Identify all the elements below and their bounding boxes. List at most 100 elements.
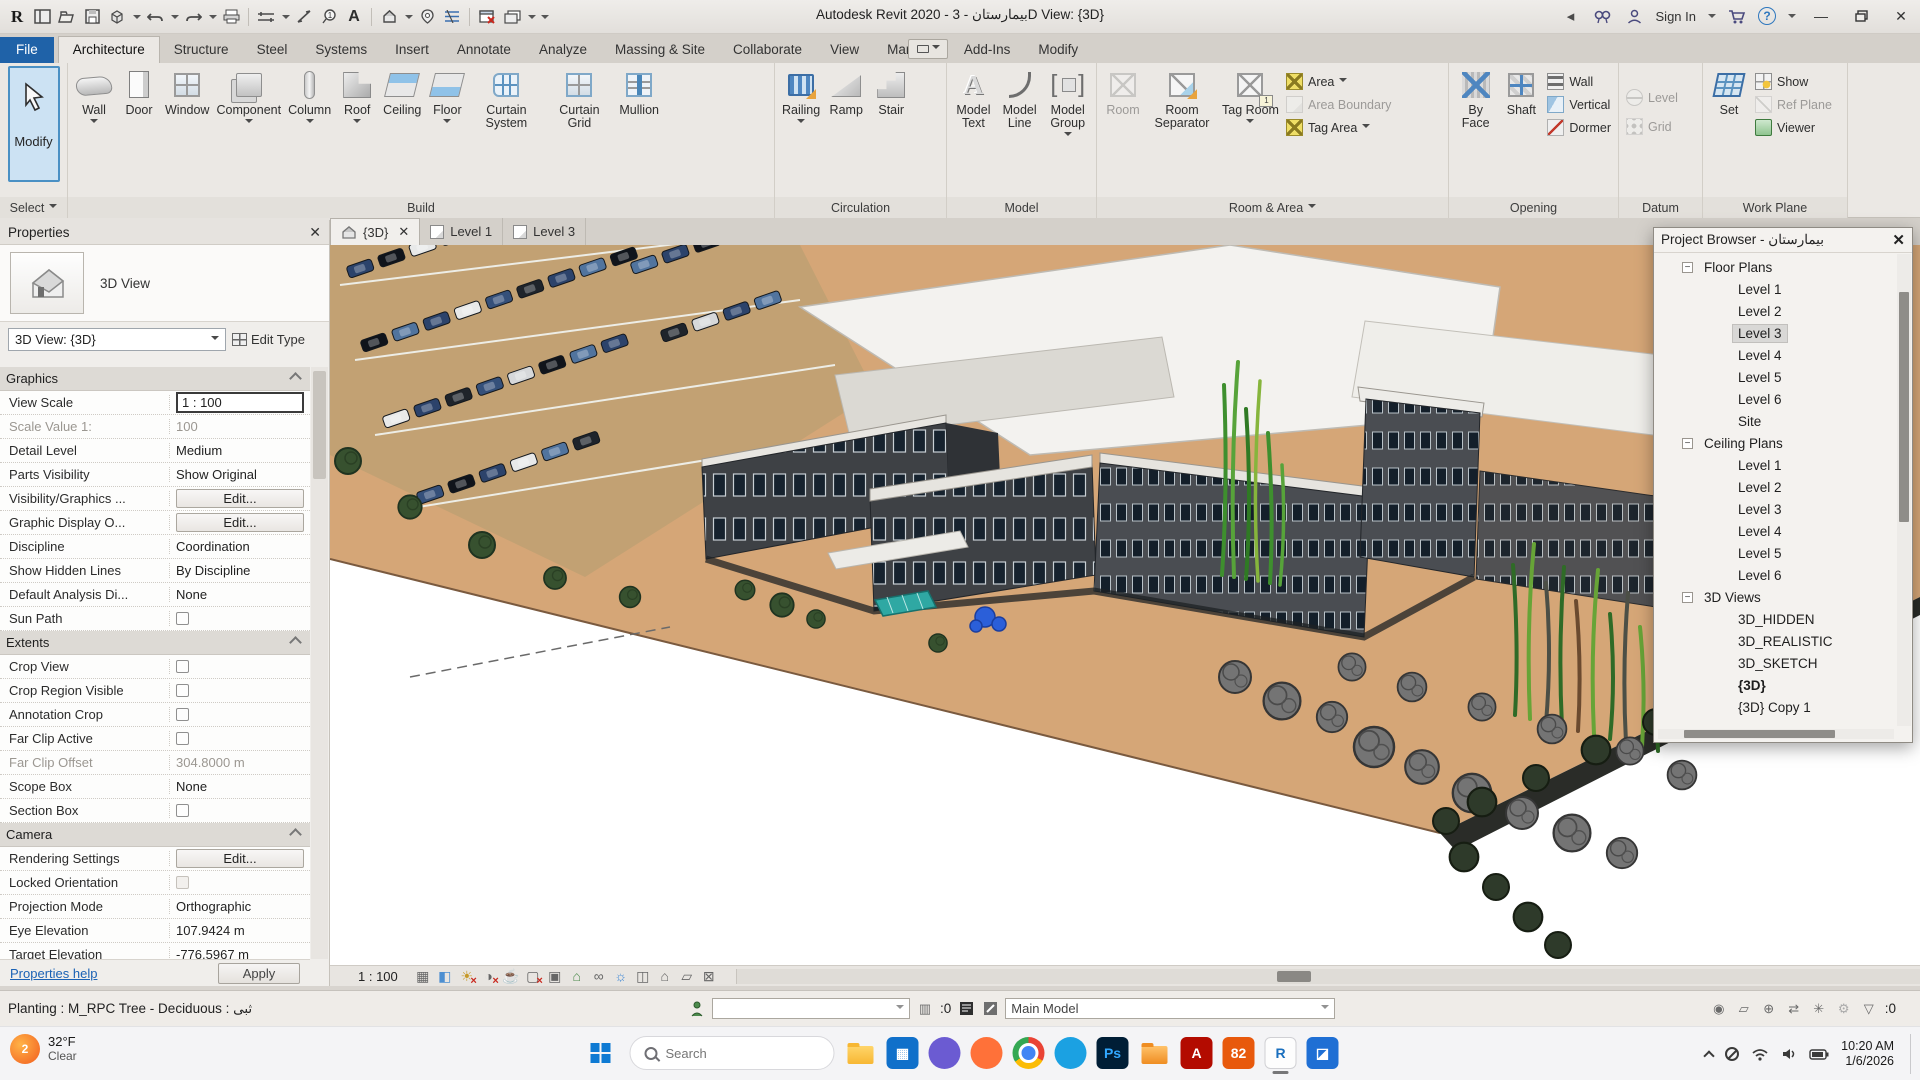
column-button[interactable]: Column: [285, 66, 334, 129]
save-icon[interactable]: [81, 6, 103, 28]
ribbon-tab[interactable]: Modify: [1024, 37, 1092, 63]
ribbon-tab[interactable]: Insert: [381, 37, 443, 63]
property-row[interactable]: Projection Mode Orthographic: [0, 895, 310, 919]
property-row[interactable]: Extents: [0, 631, 310, 655]
photoshop-icon[interactable]: Ps: [1097, 1037, 1129, 1069]
door-button[interactable]: Door: [117, 66, 161, 119]
browser-item[interactable]: − Level 3: [1654, 498, 1896, 520]
wall-button[interactable]: Wall: [72, 66, 116, 129]
design-option-select[interactable]: Main Model: [1005, 998, 1335, 1019]
aligned-dimension-icon[interactable]: [293, 6, 315, 28]
horizontal-scrollbar[interactable]: [736, 969, 1920, 984]
undo-icon[interactable]: [144, 6, 166, 28]
workset-select[interactable]: [712, 998, 910, 1019]
tag-area-button[interactable]: Tag Area: [1283, 118, 1394, 137]
close-view-icon[interactable]: ✕: [398, 224, 409, 240]
select-links-icon[interactable]: ◉: [1710, 1000, 1728, 1018]
room-area-panel-label[interactable]: Room & Area: [1097, 197, 1448, 218]
thin-lines-icon[interactable]: [441, 6, 463, 28]
temporary-hide-isolate-icon[interactable]: ∞: [588, 967, 610, 986]
type-preview[interactable]: [10, 252, 84, 314]
properties-palette-icon[interactable]: [31, 6, 53, 28]
property-row[interactable]: Discipline Coordination: [0, 535, 310, 559]
3d-view-dropdown-icon[interactable]: [405, 15, 413, 23]
drag-on-selection-icon[interactable]: ✳: [1810, 1000, 1828, 1018]
text-icon[interactable]: A: [343, 6, 365, 28]
measure-icon[interactable]: [255, 6, 277, 28]
section-icon[interactable]: [416, 6, 438, 28]
help-dropdown-icon[interactable]: [1788, 14, 1796, 22]
property-row[interactable]: Scale Value 1: 100: [0, 415, 310, 439]
browser-item[interactable]: − 3D_HIDDEN: [1654, 608, 1896, 630]
detail-level-icon[interactable]: ▦: [412, 967, 434, 986]
start-button[interactable]: [582, 1034, 620, 1072]
viewer-button[interactable]: Viewer: [1752, 118, 1835, 137]
acrobat-icon[interactable]: A: [1181, 1037, 1213, 1069]
dormer-button[interactable]: Dormer: [1544, 118, 1614, 137]
property-row[interactable]: Crop View: [0, 655, 310, 679]
switch-windows-icon[interactable]: [501, 6, 523, 28]
component-button[interactable]: Component: [213, 66, 284, 129]
search-input[interactable]: Search: [630, 1036, 835, 1070]
checkbox[interactable]: [176, 684, 189, 697]
rendering-dialog-icon[interactable]: ☕: [500, 967, 522, 986]
redo-icon[interactable]: [182, 6, 204, 28]
curtain-system-button[interactable]: Curtain System: [470, 66, 542, 132]
browser-horizontal-scrollbar[interactable]: [1658, 729, 1894, 739]
ceiling-button[interactable]: Ceiling: [380, 66, 424, 119]
property-row[interactable]: Default Analysis Di... None: [0, 583, 310, 607]
ribbon-tab[interactable]: Massing & Site: [601, 37, 719, 63]
by-face-button[interactable]: By Face: [1453, 66, 1498, 132]
collapse-icon[interactable]: −: [1682, 262, 1693, 273]
selection-filter-icon[interactable]: ▽: [1860, 1000, 1878, 1018]
browser-item[interactable]: − 3D Views: [1654, 586, 1896, 608]
ribbon-tab[interactable]: Annotate: [443, 37, 525, 63]
redo-dropdown-icon[interactable]: [209, 15, 217, 23]
open-icon[interactable]: [56, 6, 78, 28]
scrollbar-thumb[interactable]: [1277, 971, 1311, 982]
close-project-browser-icon[interactable]: ✕: [1892, 231, 1905, 249]
property-row[interactable]: Show Hidden Lines By Discipline: [0, 559, 310, 583]
checkbox[interactable]: [176, 612, 189, 625]
property-row[interactable]: Annotation Crop: [0, 703, 310, 727]
active-only-icon[interactable]: [981, 1000, 999, 1018]
displaced-elements-icon[interactable]: ▱: [676, 967, 698, 986]
file-explorer-icon[interactable]: [845, 1037, 877, 1069]
property-row[interactable]: Section Box: [0, 799, 310, 823]
shaft-button[interactable]: Shaft: [1499, 66, 1543, 119]
documents-folder-icon[interactable]: [1139, 1037, 1171, 1069]
ribbon-tab[interactable]: View: [816, 37, 873, 63]
checkbox[interactable]: [176, 708, 189, 721]
ribbon-tab[interactable]: File: [0, 37, 54, 63]
background-processes-icon[interactable]: ⚙: [1835, 1000, 1853, 1018]
tray-overflow-icon[interactable]: [1705, 1049, 1713, 1060]
model-line-button[interactable]: Model Line: [997, 66, 1043, 132]
editable-only-icon[interactable]: ▥: [916, 1000, 934, 1018]
apply-button[interactable]: Apply: [218, 963, 300, 984]
property-row[interactable]: Detail Level Medium: [0, 439, 310, 463]
close-properties-icon[interactable]: ✕: [309, 224, 321, 241]
visual-style-icon[interactable]: ◧: [434, 967, 456, 986]
curtain-grid-button[interactable]: Curtain Grid: [543, 66, 615, 132]
property-row[interactable]: View Scale 1 : 100: [0, 391, 310, 415]
do-not-disturb-icon[interactable]: [1725, 1047, 1739, 1061]
property-row[interactable]: Graphic Display O... Edit...: [0, 511, 310, 535]
wifi-icon[interactable]: [1751, 1047, 1769, 1061]
property-row[interactable]: Camera: [0, 823, 310, 847]
browser-item[interactable]: − Level 6: [1654, 388, 1896, 410]
sign-in-avatar-icon[interactable]: [1624, 5, 1646, 27]
view-tab-level1[interactable]: Level 1: [420, 218, 503, 245]
property-row[interactable]: Crop Region Visible: [0, 679, 310, 703]
show-desktop-button[interactable]: [1910, 1034, 1914, 1074]
property-row[interactable]: Eye Elevation 107.9424 m: [0, 919, 310, 943]
property-row[interactable]: Rendering Settings Edit...: [0, 847, 310, 871]
browser-item[interactable]: − Level 1: [1654, 278, 1896, 300]
room-separator-button[interactable]: Room Separator: [1146, 66, 1218, 132]
sign-in-label[interactable]: Sign In: [1656, 9, 1696, 24]
wall-opening-button[interactable]: Wall: [1544, 72, 1614, 91]
tag-room-button[interactable]: Tag Room: [1219, 66, 1282, 129]
properties-help-link[interactable]: Properties help: [10, 966, 97, 981]
mullion-button[interactable]: Mullion: [616, 66, 662, 119]
crop-region-icon[interactable]: ▣: [544, 967, 566, 986]
unlocked-view-icon[interactable]: ⌂: [566, 967, 588, 986]
